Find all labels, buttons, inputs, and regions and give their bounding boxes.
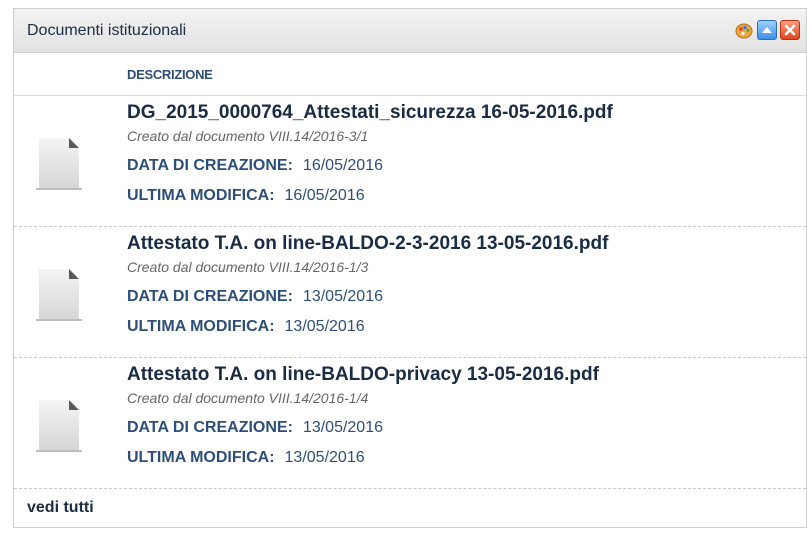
created-value: 13/05/2016 [302, 288, 383, 305]
portlet-footer: vedi tutti [14, 489, 806, 527]
see-all-link[interactable]: vedi tutti [27, 499, 94, 517]
document-row: DG_2015_0000764_Attestati_sicurezza 16-0… [14, 96, 806, 227]
created-value: 16/05/2016 [302, 157, 383, 174]
table-header: DESCRIZIONE [14, 53, 806, 96]
portlet-title: Documenti istituzionali [27, 22, 187, 39]
created-date: DATA DI CREAZIONE: 13/05/2016 [127, 288, 383, 306]
document-source: Creato dal documento VIII.14/2016-1/4 [127, 390, 369, 406]
modified-value: 16/05/2016 [284, 187, 365, 204]
close-button[interactable] [780, 20, 800, 40]
created-label: DATA DI CREAZIONE: [127, 288, 293, 305]
modified-label: ULTIMA MODIFICA: [127, 318, 275, 335]
collapse-button[interactable] [757, 20, 777, 40]
created-label: DATA DI CREAZIONE: [127, 157, 293, 174]
palette-icon[interactable] [734, 20, 754, 40]
document-link[interactable]: DG_2015_0000764_Attestati_sicurezza 16-0… [127, 102, 613, 124]
column-header-description: DESCRIZIONE [127, 67, 213, 82]
document-source: Creato dal documento VIII.14/2016-3/1 [127, 128, 369, 144]
portlet-titlebar: Documenti istituzionali [14, 9, 806, 53]
document-row: Attestato T.A. on line-BALDO-2-3-2016 13… [14, 227, 806, 358]
document-link[interactable]: Attestato T.A. on line-BALDO-privacy 13-… [127, 364, 599, 386]
modified-date: ULTIMA MODIFICA: 13/05/2016 [127, 318, 365, 336]
chevron-up-icon [762, 27, 772, 33]
modified-label: ULTIMA MODIFICA: [127, 187, 275, 204]
document-row: Attestato T.A. on line-BALDO-privacy 13-… [14, 358, 806, 489]
document-source: Creato dal documento VIII.14/2016-1/3 [127, 259, 369, 275]
document-icon [33, 138, 85, 192]
modified-value: 13/05/2016 [284, 449, 365, 466]
portlet-controls [734, 20, 800, 40]
modified-label: ULTIMA MODIFICA: [127, 449, 275, 466]
modified-value: 13/05/2016 [284, 318, 365, 335]
document-link[interactable]: Attestato T.A. on line-BALDO-2-3-2016 13… [127, 233, 608, 255]
documents-portlet: Documenti istituzionali DESCRIZIONE DG_2… [13, 8, 807, 528]
created-date: DATA DI CREAZIONE: 16/05/2016 [127, 157, 383, 175]
created-value: 13/05/2016 [302, 419, 383, 436]
document-icon [33, 400, 85, 454]
created-label: DATA DI CREAZIONE: [127, 419, 293, 436]
modified-date: ULTIMA MODIFICA: 16/05/2016 [127, 187, 365, 205]
close-icon [784, 24, 796, 36]
created-date: DATA DI CREAZIONE: 13/05/2016 [127, 419, 383, 437]
modified-date: ULTIMA MODIFICA: 13/05/2016 [127, 449, 365, 467]
document-icon [33, 269, 85, 323]
